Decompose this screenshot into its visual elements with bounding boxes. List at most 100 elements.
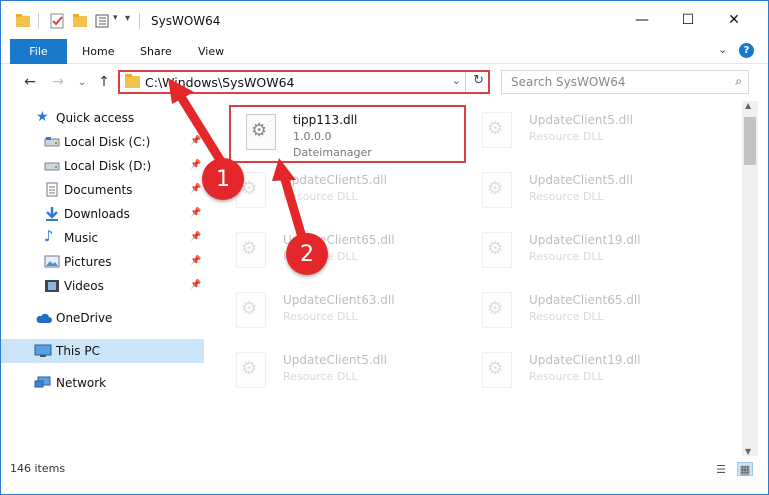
pin-icon[interactable]: 📌 [190,232,201,242]
details-view-icon[interactable]: ☰ [713,462,729,476]
sidebar-item-onedrive[interactable]: OneDrive [1,306,204,330]
network-icon [34,376,51,390]
file-tile[interactable]: ⚙ UpdateClient19.dll Resource DLL [467,225,702,281]
pin-icon[interactable]: 📌 [190,280,201,290]
gear-icon: ⚙ [487,178,504,199]
search-box[interactable]: Search SysWOW64 ⌕ [501,70,749,94]
sidebar-item-this-pc[interactable]: This PC [1,339,204,363]
music-icon: ♪ [44,227,54,245]
sidebar-item-local-disk-c[interactable]: Local Disk (C:) 📌 [1,130,204,154]
file-name: UpdateClient19.dll [529,233,641,247]
file-tile[interactable]: ⚙ UpdateClient5.dll Resource DLL [467,105,702,161]
gear-icon: ⚙ [487,118,504,139]
sidebar-item-label: Downloads [64,207,130,221]
pin-icon[interactable]: 📌 [190,208,201,218]
recent-locations-button[interactable]: ⌄ [72,72,92,92]
navigation-bar: ← → ⌄ ↑ C:\Windows\SysWOW64 ⌄ ↻ Search S… [1,65,768,99]
computer-icon [34,344,52,358]
gear-icon: ⚙ [241,238,258,259]
sidebar-item-label: This PC [56,344,100,358]
folder-icon[interactable] [15,13,31,29]
new-folder-icon[interactable] [72,13,88,29]
file-tile[interactable]: ⚙ UpdateClient5.dll Resource DLL [467,165,702,221]
gear-icon: ⚙ [251,120,268,141]
sidebar-item-label: Local Disk (D:) [64,159,152,173]
file-description: Resource DLL [529,310,604,323]
tab-home[interactable]: Home [82,39,114,64]
forward-button[interactable]: → [48,72,68,92]
help-icon[interactable]: ? [739,43,754,58]
title-separator [139,13,140,29]
window-title: SysWOW64 [151,14,221,28]
gear-icon: ⚙ [487,358,504,379]
file-name: UpdateClient5.dll [529,173,633,187]
address-history-icon[interactable]: ⌄ [452,74,461,87]
videos-icon [44,279,60,293]
file-tile[interactable]: ⚙ UpdateClient5.dll Resource DLL [221,345,456,401]
file-name: UpdateClient5.dll [529,113,633,127]
file-tile[interactable]: ⚙ UpdateClient19.dll Resource DLL [467,345,702,401]
properties-icon[interactable] [49,13,65,29]
tab-view[interactable]: View [198,39,224,64]
sidebar-item-local-disk-d[interactable]: Local Disk (D:) 📌 [1,154,204,178]
title-bar: ▾ ▾ SysWOW64 — ☐ ✕ [1,1,768,39]
scroll-up-icon[interactable]: ▲ [745,101,751,110]
scroll-thumb[interactable] [744,117,756,165]
sidebar-item-pictures[interactable]: Pictures 📌 [1,250,204,274]
minimize-button[interactable]: — [619,1,665,39]
pin-icon[interactable]: 📌 [190,160,201,170]
address-path[interactable]: C:\Windows\SysWOW64 [145,75,294,90]
gear-icon: ⚙ [241,298,258,319]
file-tile[interactable]: ⚙ UpdateClient5.dll Resource DLL [221,165,456,221]
maximize-button[interactable]: ☐ [665,1,711,39]
file-description: Resource DLL [529,250,604,263]
status-bar: 146 items ☰ ▦ [1,459,768,481]
close-button[interactable]: ✕ [711,1,757,39]
file-name: UpdateClient19.dll [529,353,641,367]
pin-icon[interactable]: 📌 [190,256,201,266]
download-icon [44,206,60,221]
sidebar-item-label: Network [56,376,107,390]
pin-icon[interactable]: 📌 [190,136,201,146]
file-name: tipp113.dll [293,113,358,127]
back-button[interactable]: ← [20,72,40,92]
gear-icon: ⚙ [487,238,504,259]
pin-icon[interactable]: 📌 [190,184,201,194]
file-tile[interactable]: ⚙ UpdateClient63.dll Resource DLL [221,285,456,341]
file-tile-highlighted[interactable]: ⚙ tipp113.dll 1.0.0.0 Dateimanager [229,105,466,163]
file-description: Resource DLL [283,310,358,323]
search-input[interactable]: Search SysWOW64 [511,75,625,89]
file-view: ⚙ tipp113.dll 1.0.0.0 Dateimanager ⚙ Upd… [217,101,742,456]
file-tile[interactable]: ⚙ UpdateClient65.dll Resource DLL [467,285,702,341]
file-tile[interactable]: ⚙ UpdateClient65.dll Resource DLL [221,225,456,281]
sidebar-item-quick-access[interactable]: ★ Quick access [1,106,204,130]
file-description: Resource DLL [283,190,358,203]
sidebar-item-music[interactable]: ♪ Music 📌 [1,226,204,250]
sidebar-item-downloads[interactable]: Downloads 📌 [1,202,204,226]
refresh-icon[interactable]: ↻ [473,73,484,88]
item-count: 146 items [10,462,66,475]
sidebar-item-network[interactable]: Network [1,371,204,395]
up-button[interactable]: ↑ [94,72,114,92]
gear-icon: ⚙ [487,298,504,319]
file-description: Resource DLL [529,370,604,383]
sidebar-item-documents[interactable]: Documents 📌 [1,178,204,202]
file-name: UpdateClient65.dll [529,293,641,307]
file-description: Resource DLL [283,370,358,383]
sidebar-item-label: Pictures [64,255,112,269]
tab-file[interactable]: File [10,39,67,64]
search-icon[interactable]: ⌕ [735,74,742,89]
step-marker-1: 1 [202,158,244,200]
file-name: UpdateClient63.dll [283,293,395,307]
layout-icon[interactable] [95,13,111,29]
scroll-down-icon[interactable]: ▼ [745,447,751,456]
expand-ribbon-icon[interactable]: ⌄ [718,43,727,56]
sidebar-item-videos[interactable]: Videos 📌 [1,274,204,298]
explorer-window: ▾ ▾ SysWOW64 — ☐ ✕ File Home Share View … [0,0,769,495]
tiles-view-icon[interactable]: ▦ [737,462,753,476]
vertical-scrollbar[interactable]: ▲ ▼ [742,101,758,456]
sidebar-item-label: OneDrive [56,311,113,325]
address-bar[interactable]: C:\Windows\SysWOW64 ⌄ ↻ [118,70,490,94]
sidebar-item-label: Local Disk (C:) [64,135,151,149]
tab-share[interactable]: Share [140,39,172,64]
